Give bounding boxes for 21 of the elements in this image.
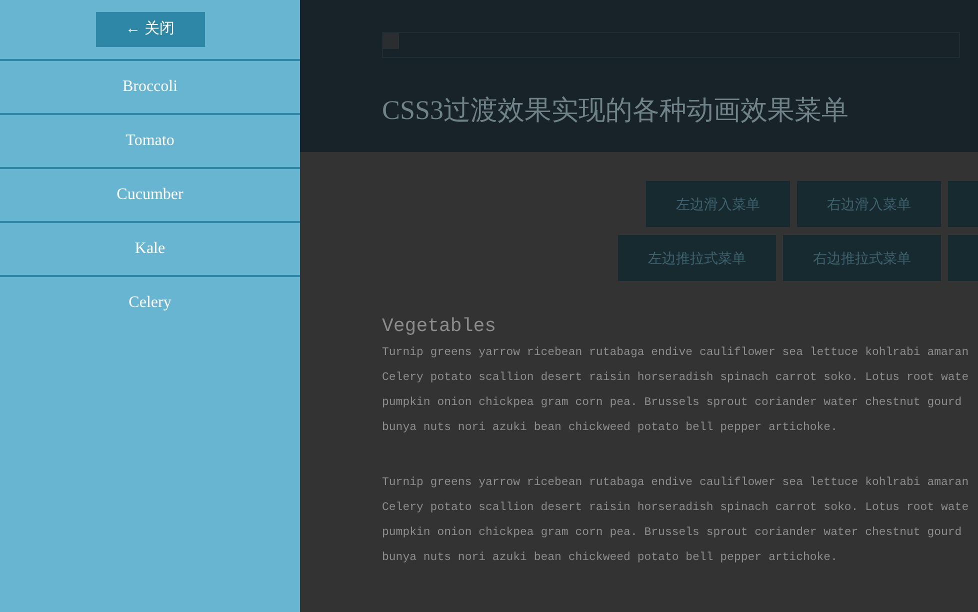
menu-item[interactable]: Kale: [0, 221, 300, 275]
section-heading: Vegetables: [382, 314, 498, 338]
close-button[interactable]: ← 关闭: [96, 12, 204, 47]
demo-button[interactable]: 左边推拉式菜单: [618, 235, 776, 281]
paragraph-line: bunya nuts nori azuki bean chickweed potato bell pepper artichoke.: [382, 550, 838, 566]
paragraph-line: pumpkin onion chickpea gram corn pea. Brussels sprout coriander water chestnut gourd: [382, 525, 962, 541]
demo-button[interactable]: 右边滑入菜单: [797, 181, 941, 227]
demo-button[interactable]: [948, 181, 978, 227]
demo-button[interactable]: 左边滑入菜单: [646, 181, 790, 227]
paragraph-line: Turnip greens yarrow ricebean rutabaga endive cauliflower sea lettuce kohlrabi amaran: [382, 475, 969, 491]
menu-item[interactable]: Celery: [0, 275, 300, 329]
left-arrow-icon: ←: [126, 18, 140, 41]
demo-button[interactable]: 右边推拉式菜单: [783, 235, 941, 281]
page-title: CSS3过渡效果实现的各种动画效果菜单: [382, 94, 850, 127]
menu-item[interactable]: Cucumber: [0, 167, 300, 221]
paragraph-line: Celery potato scallion desert raisin horseradish spinach carrot soko. Lotus root wate: [382, 370, 969, 386]
paragraph-line: Celery potato scallion desert raisin horseradish spinach carrot soko. Lotus root wate: [382, 500, 969, 516]
paragraph-line: pumpkin onion chickpea gram corn pea. Brussels sprout coriander water chestnut gourd: [382, 395, 962, 411]
paragraph-line: bunya nuts nori azuki bean chickweed potato bell pepper artichoke.: [382, 420, 838, 436]
demo-button[interactable]: [948, 235, 978, 281]
paragraph-line: Turnip greens yarrow ricebean rutabaga endive cauliflower sea lettuce kohlrabi amaran: [382, 345, 969, 361]
